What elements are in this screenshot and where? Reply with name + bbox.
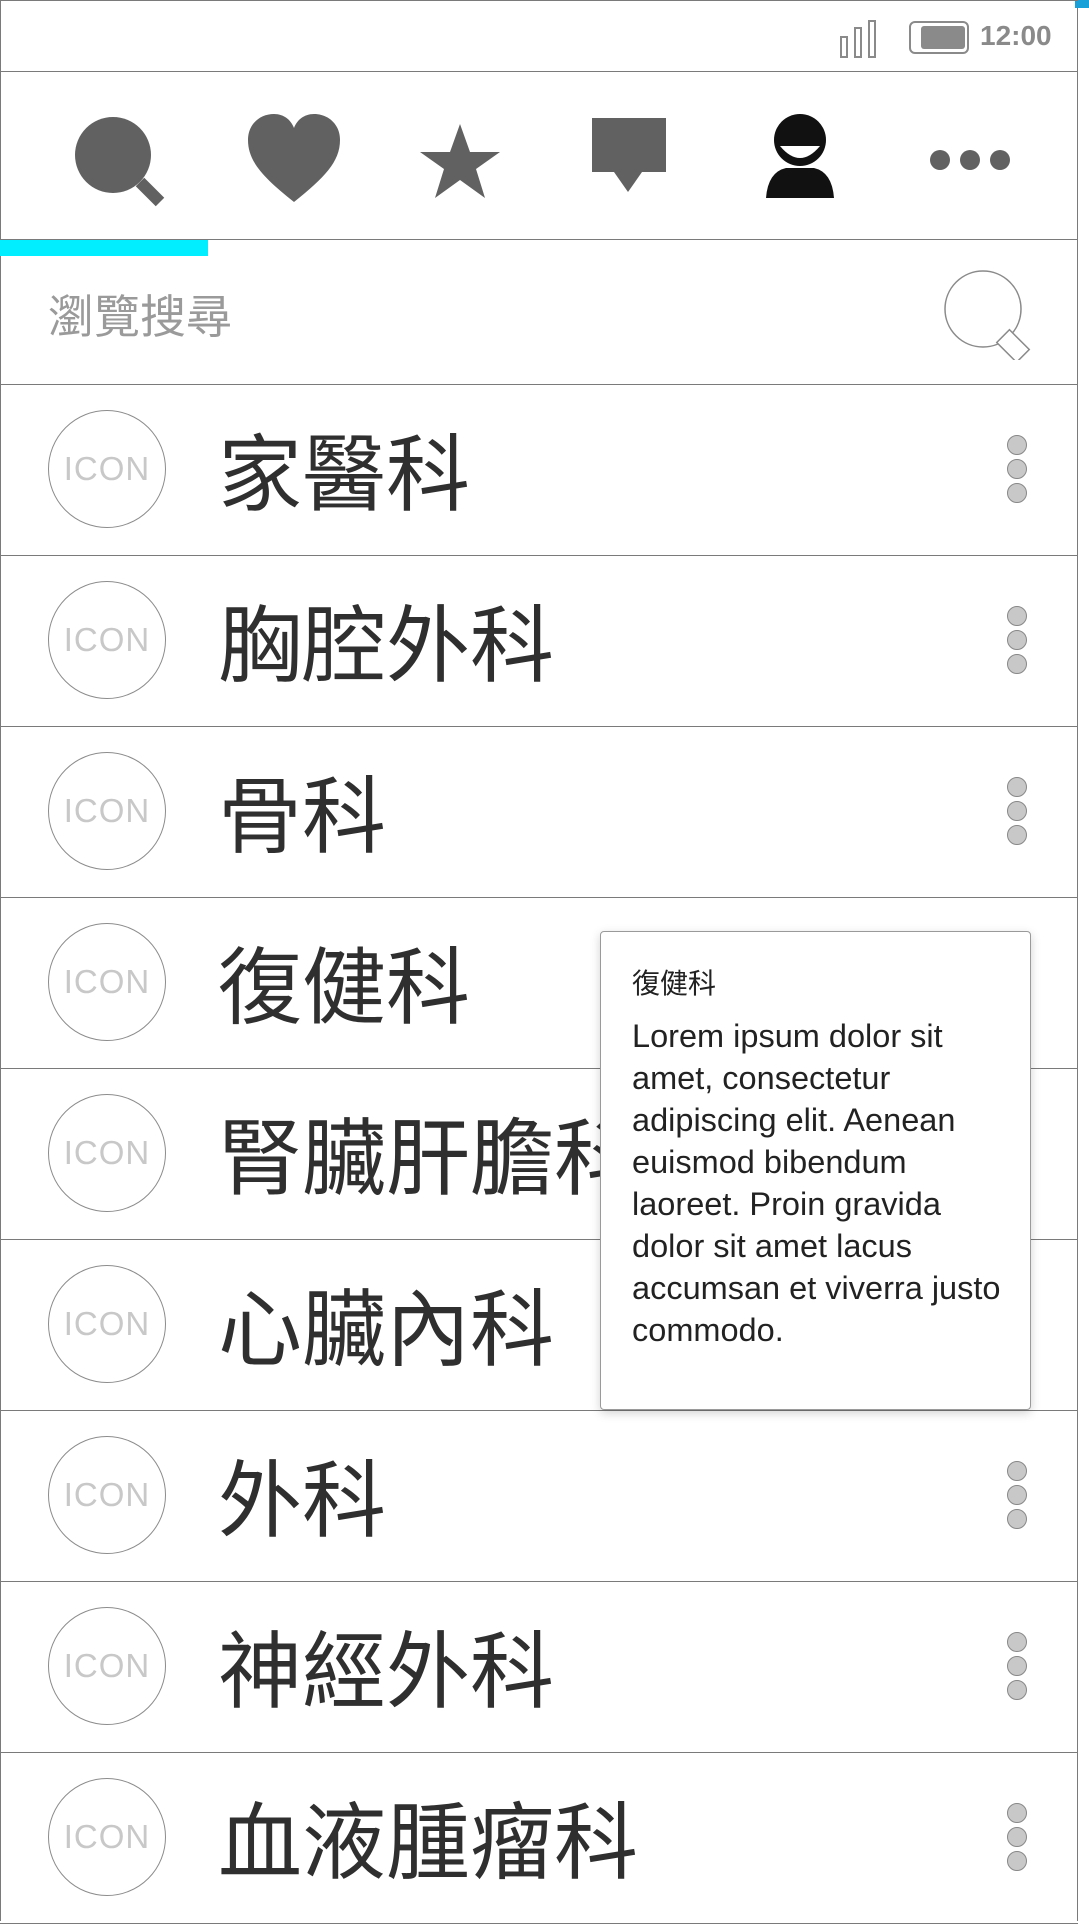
more-vertical-icon[interactable] (1005, 1803, 1031, 1873)
chat-bubble-icon (592, 118, 666, 192)
avatar: ICON (48, 1436, 166, 1554)
avatar: ICON (48, 410, 166, 528)
list-item-label: 胸腔外科 (218, 597, 555, 695)
status-time: 12:00 (980, 20, 1052, 51)
list-item-label: 心臟內科 (218, 1281, 555, 1379)
list-item[interactable]: ICON 外科 (0, 1411, 1078, 1582)
list-item-label: 復健科 (218, 939, 471, 1037)
list-item-label: 外科 (218, 1452, 387, 1550)
avatar: ICON (48, 1778, 166, 1896)
list-item[interactable]: ICON 骨科 (0, 727, 1078, 898)
avatar: ICON (48, 1094, 166, 1212)
more-vertical-icon[interactable] (1005, 1461, 1031, 1531)
active-tab-indicator (0, 240, 208, 256)
search-icon (75, 117, 165, 207)
list-item-label: 神經外科 (218, 1623, 555, 1721)
avatar: ICON (48, 581, 166, 699)
list-item[interactable]: ICON 神經外科 (0, 1582, 1078, 1753)
more-vertical-icon[interactable] (1005, 435, 1031, 505)
more-vertical-icon[interactable] (1005, 777, 1031, 847)
more-vertical-icon[interactable] (1005, 606, 1031, 676)
popup-body: Lorem ipsum dolor sit amet, consectetur … (632, 1018, 1001, 1348)
list-item[interactable]: ICON 家醫科 (0, 385, 1078, 556)
user-icon (766, 114, 834, 198)
toolbar-search-button[interactable] (68, 110, 168, 210)
toolbar-messages-button[interactable] (580, 110, 680, 210)
battery-icon (909, 21, 969, 54)
avatar: ICON (48, 1607, 166, 1725)
list-item[interactable]: ICON 胸腔外科 (0, 556, 1078, 727)
search-button[interactable] (940, 266, 1034, 364)
search-bar (0, 240, 1078, 385)
avatar: ICON (48, 1265, 166, 1383)
status-bar: 12:00 (0, 0, 1078, 72)
top-toolbar (0, 72, 1078, 240)
more-horizontal-icon (930, 150, 1010, 170)
list-item[interactable]: ICON 血液腫瘤科 (0, 1753, 1078, 1924)
search-input[interactable] (48, 287, 898, 347)
toolbar-favorites-button[interactable] (244, 110, 344, 210)
heart-icon (248, 114, 340, 202)
avatar: ICON (48, 923, 166, 1041)
list-item-label: 骨科 (218, 768, 387, 866)
list-item-label: 家醫科 (218, 426, 471, 524)
detail-popup[interactable]: 復健科 Lorem ipsum dolor sit amet, consecte… (600, 931, 1031, 1410)
more-vertical-icon[interactable] (1005, 1632, 1031, 1702)
list-item-label: 腎臟肝膽科 (218, 1110, 639, 1208)
search-icon (944, 270, 1031, 364)
list-item-label: 血液腫瘤科 (218, 1794, 639, 1892)
popup-title: 復健科 (632, 967, 717, 1000)
signal-icon (840, 20, 884, 58)
toolbar-profile-button[interactable] (750, 110, 850, 210)
avatar: ICON (48, 752, 166, 870)
toolbar-starred-button[interactable] (410, 110, 510, 210)
toolbar-more-button[interactable] (920, 110, 1020, 210)
star-icon (420, 124, 500, 198)
